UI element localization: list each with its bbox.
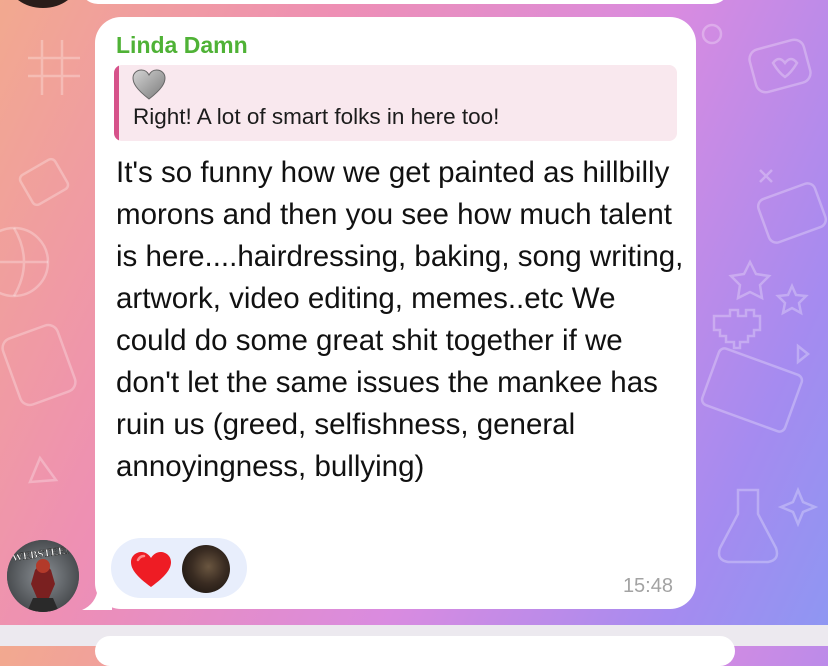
message-text: It's so funny how we get painted as hill…	[116, 156, 684, 483]
reply-accent-bar	[114, 65, 119, 141]
next-message-bubble[interactable]	[95, 636, 735, 666]
reply-text: Right! A lot of smart folks in here too!	[133, 104, 500, 129]
reply-preview[interactable]: Right! A lot of smart folks in here too!	[114, 65, 677, 141]
message-timestamp: 15:48	[622, 575, 673, 597]
sender-name[interactable]: Linda Damn	[116, 32, 248, 59]
reactor-avatar[interactable]	[182, 545, 230, 593]
previous-message-bubble[interactable]	[80, 0, 730, 4]
red-heart-reaction-icon[interactable]	[130, 551, 172, 589]
grey-heart-icon	[132, 69, 166, 100]
previous-message-avatar[interactable]	[8, 0, 78, 8]
sender-avatar[interactable]: WEBSTEEN	[7, 540, 79, 612]
reactions-bar[interactable]	[111, 538, 247, 598]
message-bubble[interactable]: Linda Damn Right! A lot of smart folks i…	[95, 17, 696, 609]
